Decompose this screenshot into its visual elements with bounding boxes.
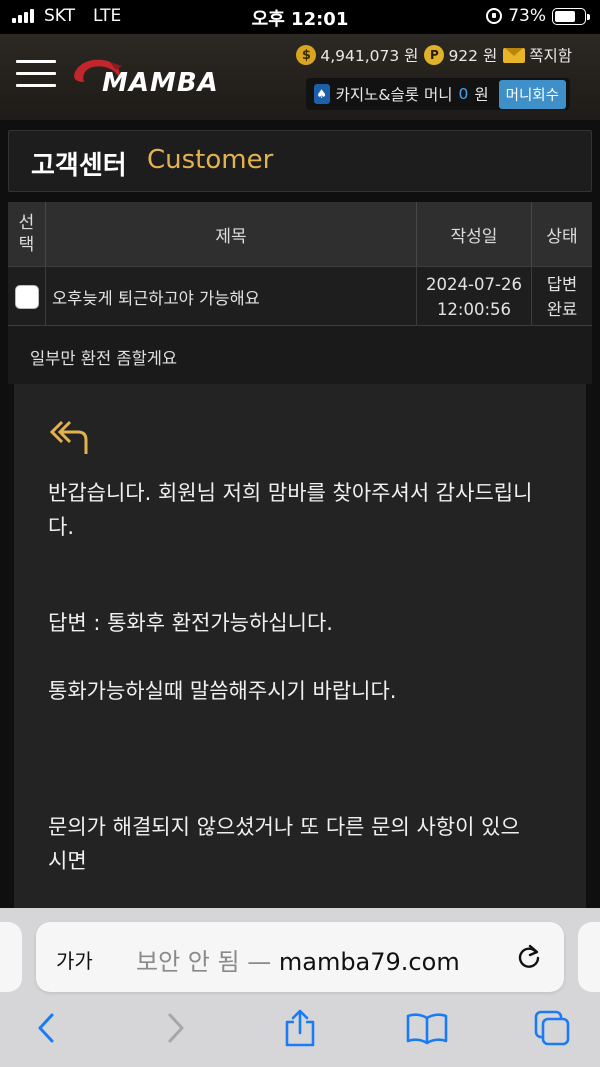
page-subtitle: Customer [147, 145, 274, 175]
reply-icon [49, 420, 88, 454]
mail-link[interactable]: 쪽지함 [529, 44, 572, 66]
address-bar[interactable]: 가가 보안 안 됨 — mamba79.com [36, 922, 564, 992]
answer-footer: 문의가 해결되지 않으셨거나 또 다른 문의 사항이 있으 [48, 815, 520, 839]
row-date: 2024-07-26 [426, 275, 522, 294]
answer-reply: 답변 : 통화후 환전가능하십니다. [48, 611, 333, 635]
tabs-icon[interactable] [532, 1008, 572, 1048]
row-subject[interactable]: 오후늦게 퇴근하고야 가능해요 [46, 267, 417, 327]
casino-balance-row: ♠ 카지노&슬롯 머니 0 원 머니회수 [305, 78, 570, 110]
point-amount: 922 원 [448, 47, 498, 65]
answer-request: 통화가능하실때 말씀해주시기 바랍니다. [48, 679, 397, 703]
security-label: 보안 안 됨 — [136, 948, 272, 976]
casino-value: 0 [458, 85, 469, 103]
mamba-logo[interactable]: MAMBA [70, 54, 240, 98]
header-select: 선택 [8, 202, 46, 266]
back-icon[interactable] [26, 1008, 66, 1048]
url-host: mamba79.com [278, 948, 460, 976]
balance-row: $ 4,941,073 원 P 922 원 쪽지함 [296, 44, 572, 66]
forward-icon[interactable] [156, 1008, 196, 1048]
money-amount: 4,941,073 원 [320, 47, 419, 65]
bookmarks-icon[interactable] [404, 1008, 450, 1048]
page-title-bar: 고객센터 Customer [8, 130, 592, 192]
row-status: 답변완료 [546, 275, 578, 319]
answer-greeting-cont: 다. [48, 515, 74, 539]
share-icon[interactable] [280, 1008, 320, 1048]
table-row[interactable]: 오후늦게 퇴근하고야 가능해요 2024-07-26 12:00:56 답변완료 [8, 266, 592, 327]
battery-percent: 73% [508, 6, 546, 26]
casino-unit: 원 [474, 86, 489, 104]
answer-footer-cont: 시면 [48, 849, 87, 873]
spade-card-icon: ♠ [313, 84, 330, 104]
answer-greeting: 반갑습니다. 회원님 저희 맘바를 찾아주셔서 감사드립니 [48, 481, 533, 505]
casino-label: 카지노&슬롯 머니 [335, 86, 453, 104]
prev-tab-preview[interactable] [0, 922, 22, 992]
row-time: 12:00:56 [436, 300, 512, 319]
menu-hamburger-icon[interactable] [16, 60, 56, 90]
page-title: 고객센터 [31, 151, 127, 181]
browser-toolbar [0, 1004, 600, 1064]
row-checkbox[interactable] [14, 285, 39, 309]
main-content: 고객센터 Customer 선택 제목 작성일 상태 오후늦게 퇴근하고야 가능… [0, 120, 600, 910]
table-header: 선택 제목 작성일 상태 [8, 202, 592, 266]
battery-icon [552, 7, 590, 25]
url-text[interactable]: 보안 안 됨 — mamba79.com [136, 942, 460, 977]
money-bag-icon: $ [296, 45, 317, 65]
mail-icon[interactable] [503, 47, 526, 63]
reload-icon[interactable] [516, 944, 542, 970]
question-text: 일부만 환전 좀할게요 [8, 326, 592, 384]
money-recover-button[interactable]: 머니회수 [498, 79, 566, 109]
rotation-lock-icon [486, 8, 503, 24]
screen: SKT LTE 오후 12:01 73% MAMBA $ 4,941,073 원… [0, 0, 600, 1067]
logo-text: MAMBA [102, 68, 219, 98]
next-tab-preview[interactable] [578, 922, 600, 992]
header-status: 상태 [546, 226, 578, 247]
site-header: MAMBA $ 4,941,073 원 P 922 원 쪽지함 ♠ 카지노&슬롯… [0, 34, 600, 120]
inquiry-table: 선택 제목 작성일 상태 오후늦게 퇴근하고야 가능해요 2024-07-26 … [8, 202, 592, 910]
header-date: 작성일 [417, 202, 532, 266]
answer-panel: 반갑습니다. 회원님 저희 맘바를 찾아주셔서 감사드립니 다. 답변 : 통화… [14, 384, 586, 910]
text-size-button[interactable]: 가가 [56, 945, 93, 974]
status-bar: SKT LTE 오후 12:01 73% [0, 0, 600, 34]
browser-bottom-bar: 가가 보안 안 됨 — mamba79.com [0, 908, 600, 1067]
point-coin-icon: P [424, 45, 445, 65]
header-subject: 제목 [46, 202, 417, 266]
